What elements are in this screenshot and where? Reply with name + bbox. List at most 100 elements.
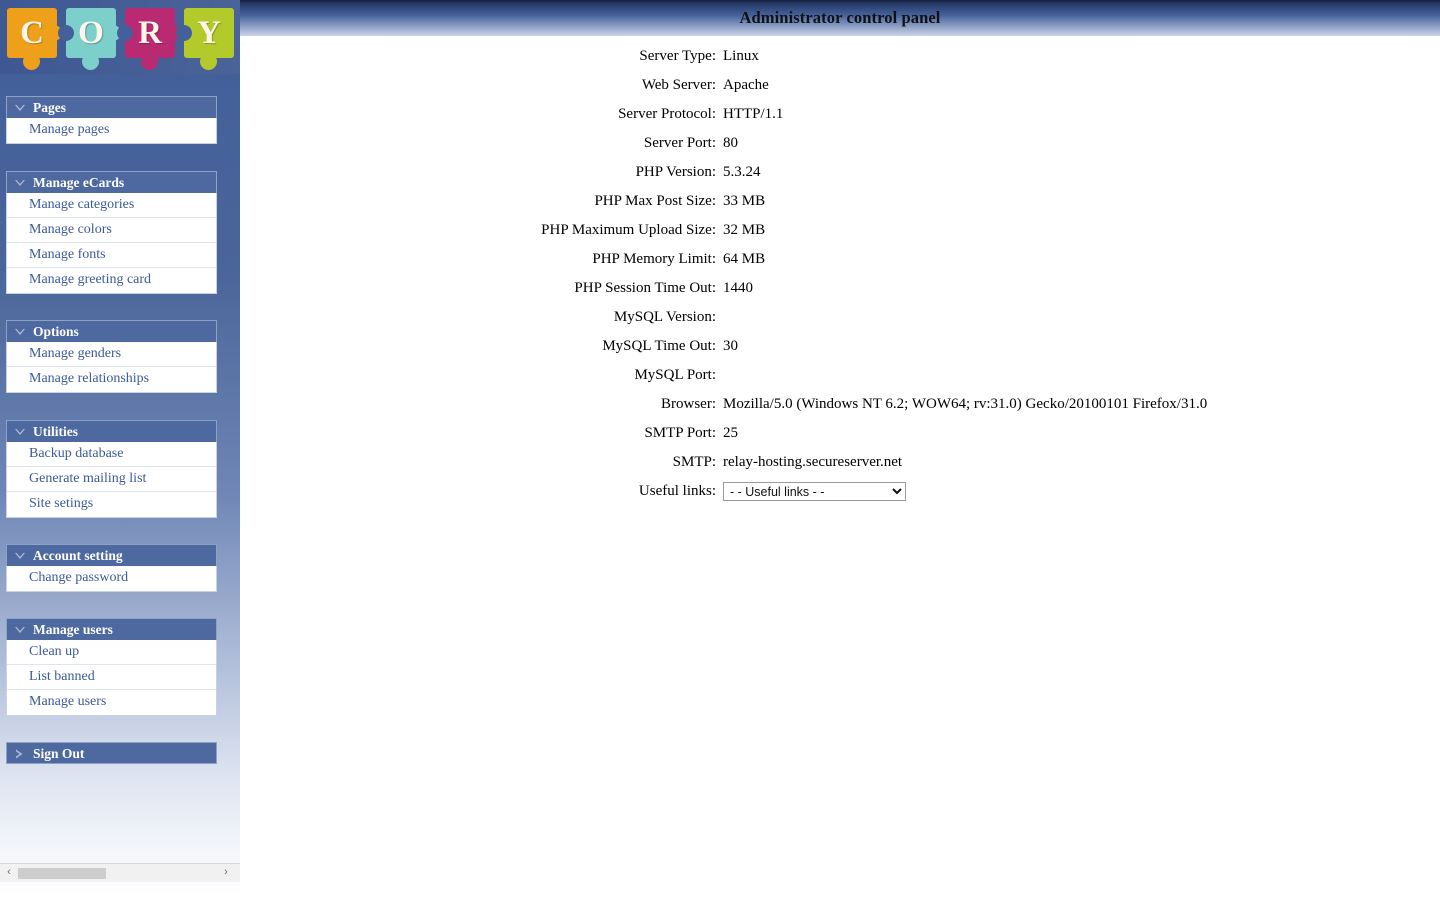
chevron-down-icon (14, 327, 26, 337)
info-value: 33 MB (723, 193, 766, 209)
logo-letter-1: C (20, 15, 44, 51)
sidebar-item-manage-greeting-card[interactable]: Manage greeting card (7, 268, 216, 293)
info-label: MySQL Version: (613, 309, 716, 325)
sidebar-group-header-manage-ecards[interactable]: Manage eCards (6, 171, 217, 193)
sidebar-group-header-pages[interactable]: Pages (6, 96, 217, 118)
logo-puzzle-piece-1: C (4, 8, 62, 70)
sidebar-item-clean-up[interactable]: Clean up (7, 640, 216, 665)
sidebar-item-manage-fonts[interactable]: Manage fonts (7, 243, 216, 268)
sidebar-group-title: Account setting (33, 548, 123, 563)
sidebar-item-manage-genders[interactable]: Manage genders (7, 342, 216, 367)
info-row: PHP Session Time Out: 1440 (240, 274, 1207, 303)
sidebar-item-manage-colors[interactable]: Manage colors (7, 218, 216, 243)
info-label: PHP Maximum Upload Size: (541, 222, 716, 238)
info-value: 5.3.24 (723, 164, 761, 180)
info-label: SMTP: (672, 454, 716, 470)
server-info-table: Server Type: Linux Web Server: Apache Server… (240, 42, 1207, 506)
main-content: Server Type: Linux Web Server: Apache Server… (240, 36, 1440, 900)
logo-puzzle-piece-4: Y (176, 8, 237, 70)
sidebar-group-title: Utilities (33, 424, 78, 439)
sidebar-group-title: Manage users (33, 622, 113, 637)
info-row: PHP Memory Limit: 64 MB (240, 245, 1207, 274)
sidebar-group-title: Manage eCards (33, 175, 125, 190)
sidebar-group-utilities: Utilities Backup database Generate mailing… (6, 420, 217, 518)
sidebar-group-sign-out: Sign Out (6, 742, 217, 764)
info-label: Server Protocol: (618, 106, 716, 122)
info-label: Browser: (661, 396, 716, 412)
useful-links-label: Useful links: (638, 483, 716, 499)
info-value: HTTP/1.1 (723, 106, 784, 122)
info-row: MySQL Version: (240, 303, 1207, 332)
logo-letter-2: O (78, 15, 104, 51)
sidebar-item-change-password[interactable]: Change password (7, 566, 216, 591)
sidebar-group-header-options[interactable]: Options (6, 320, 217, 342)
info-row: SMTP Port: 25 (240, 419, 1207, 448)
info-row: SMTP: relay-hosting.secureserver.net (240, 448, 1207, 477)
sidebar-group-options: Options Manage genders Manage relationship… (6, 320, 217, 393)
info-row: PHP Max Post Size: 33 MB (240, 187, 1207, 216)
info-value: 1440 (723, 280, 753, 296)
sidebar-item-backup-database[interactable]: Backup database (7, 442, 216, 467)
logo-letter-4: Y (197, 15, 221, 51)
info-value: 64 MB (723, 251, 766, 267)
sidebar-item-manage-pages[interactable]: Manage pages (7, 118, 216, 143)
sidebar-group-pages: Pages Manage pages (6, 96, 217, 144)
sidebar-group-items: Change password (6, 566, 217, 592)
sidebar-group-header-sign-out[interactable]: Sign Out (6, 742, 217, 764)
chevron-down-glyph (15, 553, 25, 559)
chevron-down-glyph (15, 105, 25, 111)
sidebar-group-title: Sign Out (33, 746, 85, 761)
info-row: Browser: Mozilla/5.0 (Windows NT 6.2; WOW… (240, 390, 1207, 419)
sidebar-item-site-setings[interactable]: Site setings (7, 492, 216, 517)
sidebar-group-items: Clean up List banned Manage users (6, 640, 217, 716)
logo-puzzle-piece-2: O (58, 8, 121, 70)
sidebar-group-manage-ecards: Manage eCards Manage categories Manage col… (6, 171, 217, 294)
sidebar-horizontal-scrollbar[interactable]: ‹ › (0, 863, 240, 882)
chevron-down-glyph (15, 429, 25, 435)
chevron-down-glyph (15, 627, 25, 633)
chevron-down-icon (14, 551, 26, 561)
sidebar-item-manage-users[interactable]: Manage users (7, 690, 216, 715)
chevron-down-icon (14, 178, 26, 188)
sidebar-group-header-manage-users[interactable]: Manage users (6, 618, 217, 640)
useful-links-select[interactable]: - - Useful links - - (723, 482, 906, 501)
logo-letter-3: R (138, 15, 162, 51)
info-label: PHP Session Time Out: (574, 280, 716, 296)
info-value: relay-hosting.secureserver.net (723, 454, 903, 470)
scrollbar-thumb[interactable] (18, 868, 106, 879)
info-value: 30 (723, 338, 738, 354)
info-value: 32 MB (723, 222, 766, 238)
info-label: Server Port: (643, 135, 716, 151)
info-label: MySQL Time Out: (602, 338, 716, 354)
chevron-down-glyph (15, 329, 25, 335)
scroll-left-arrow-icon[interactable]: ‹ (1, 864, 17, 882)
sidebar-group-header-account-setting[interactable]: Account setting (6, 544, 217, 566)
sidebar-item-manage-relationships[interactable]: Manage relationships (7, 367, 216, 392)
sidebar-item-generate-mailing-list[interactable]: Generate mailing list (7, 467, 216, 492)
sidebar-group-items: Manage categories Manage colors Manage fon… (6, 193, 217, 294)
sidebar-item-list-banned[interactable]: List banned (7, 665, 216, 690)
info-row: Server Type: Linux (240, 42, 1207, 71)
sidebar-group-title: Pages (33, 100, 66, 115)
sidebar-group-manage-users: Manage users Clean up List banned Manage us… (6, 618, 217, 716)
info-label: Web Server: (641, 77, 716, 93)
info-row: MySQL Time Out: 30 (240, 332, 1207, 361)
useful-links-row: Useful links: - - Useful links - - (240, 477, 1207, 506)
info-label: PHP Memory Limit: (592, 251, 716, 267)
info-row: Server Port: 80 (240, 129, 1207, 158)
sidebar-group-items: Manage pages (6, 118, 217, 144)
scroll-right-arrow-icon[interactable]: › (218, 864, 234, 882)
info-value: Mozilla/5.0 (Windows NT 6.2; WOW64; rv:3… (723, 396, 1208, 412)
sidebar-group-items: Backup database Generate mailing list Site… (6, 442, 217, 518)
sidebar-group-account-setting: Account setting Change password (6, 544, 217, 592)
sidebar-group-header-utilities[interactable]: Utilities (6, 420, 217, 442)
info-label: MySQL Port: (634, 367, 716, 383)
info-value: 80 (723, 135, 738, 151)
useful-links-cell: - - Useful links - - (723, 477, 1207, 506)
cory-logo[interactable]: C O R Y (0, 0, 240, 74)
sidebar-item-manage-categories[interactable]: Manage categories (7, 193, 216, 218)
logo-puzzle-piece-3: R (117, 8, 180, 70)
info-value: 25 (723, 425, 738, 441)
info-label: SMTP Port: (644, 425, 716, 441)
chevron-down-icon (14, 427, 26, 437)
